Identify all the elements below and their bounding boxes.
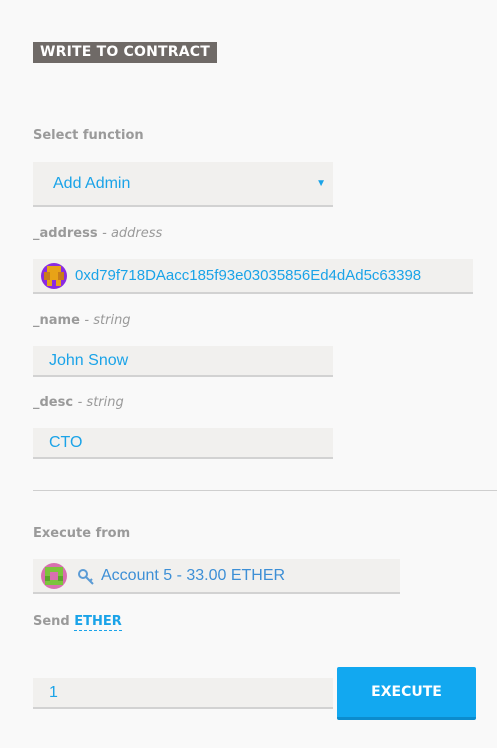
address-param-name: _address bbox=[33, 226, 98, 241]
ether-unit-link[interactable]: ETHER bbox=[74, 614, 122, 631]
amount-value: 1 bbox=[49, 683, 58, 701]
name-input[interactable]: John Snow bbox=[33, 346, 333, 377]
name-value: John Snow bbox=[49, 351, 129, 369]
page-title: WRITE TO CONTRACT bbox=[33, 42, 218, 63]
address-param-label: _address - address bbox=[33, 226, 162, 241]
function-select-value: Add Admin bbox=[53, 174, 131, 192]
send-text: Send bbox=[33, 614, 70, 629]
execute-from-select[interactable]: Account 5 - 33.00 ETHER bbox=[33, 559, 400, 594]
account-value: Account 5 - 33.00 ETHER bbox=[101, 566, 286, 584]
address-param-type: - address bbox=[102, 226, 163, 241]
address-identicon bbox=[41, 263, 67, 289]
caret-down-icon: ▼ bbox=[316, 178, 326, 189]
name-param-type: - string bbox=[84, 313, 131, 328]
address-value: 0xd79f718DAacc185f93e03035856Ed4dAd5c633… bbox=[75, 267, 422, 284]
address-input[interactable]: 0xd79f718DAacc185f93e03035856Ed4dAd5c633… bbox=[33, 259, 473, 294]
desc-param-label: _desc - string bbox=[33, 395, 124, 410]
function-select[interactable]: Add Admin ▼ bbox=[33, 162, 333, 207]
desc-param-type: - string bbox=[77, 395, 124, 410]
execute-from-label: Execute from bbox=[33, 526, 131, 541]
select-function-label: Select function bbox=[33, 128, 144, 143]
execute-button[interactable]: EXECUTE bbox=[337, 667, 476, 720]
desc-param-name: _desc bbox=[33, 395, 74, 410]
name-param-name: _name bbox=[33, 313, 80, 328]
desc-input[interactable]: CTO bbox=[33, 428, 333, 459]
desc-value: CTO bbox=[49, 433, 83, 451]
name-param-label: _name - string bbox=[33, 313, 131, 328]
key-icon bbox=[77, 568, 95, 591]
divider bbox=[33, 490, 497, 491]
amount-input[interactable]: 1 bbox=[33, 678, 333, 709]
account-identicon bbox=[41, 563, 67, 589]
send-label: Send ETHER bbox=[33, 614, 122, 631]
